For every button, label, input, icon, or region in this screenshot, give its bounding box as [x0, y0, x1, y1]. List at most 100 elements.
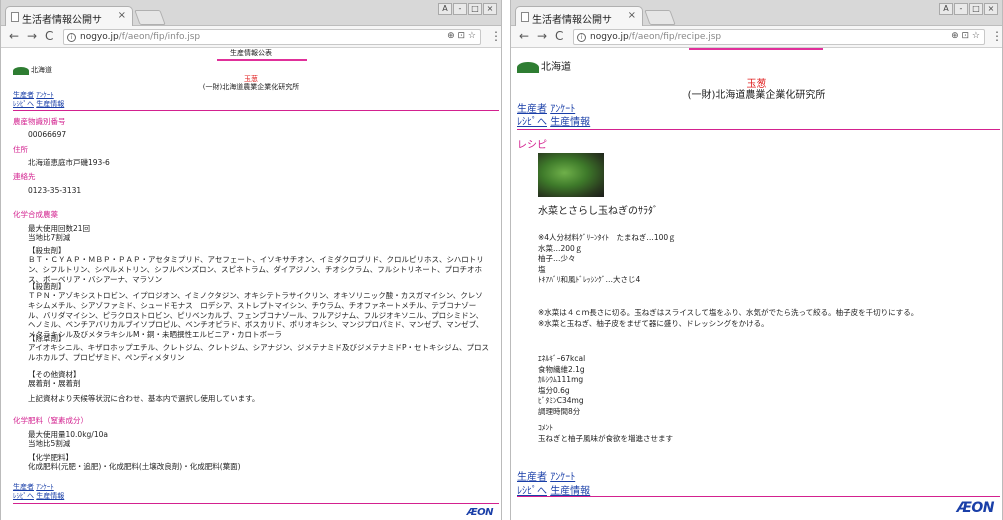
- ingredient-item: ※4人分材料ｸﾞﾘｰﾝﾀｲﾄ たまねぎ…100ｇ: [538, 233, 676, 242]
- address-bar[interactable]: i nogyo.jp/f/aeon/fip/recipe.jsp ⊕ ⊡ ☆: [573, 29, 985, 45]
- producer-link[interactable]: 生産者: [13, 91, 34, 99]
- title-bar: 生活者情報公開サ × A - □ ×: [511, 0, 1002, 27]
- production-info-link[interactable]: 生産情報: [36, 492, 64, 500]
- step-item: ※水菜と玉ねぎ、柚子皮をまぜて器に盛り、ドレッシングをかける。: [538, 319, 769, 328]
- recipe-link[interactable]: ﾚｼﾋﾟへ: [517, 117, 547, 128]
- browser-toolbar: ← → C i nogyo.jp/f/aeon/fip/recipe.jsp ⊕…: [511, 26, 1002, 48]
- forward-icon[interactable]: →: [537, 29, 547, 43]
- info-icon[interactable]: i: [67, 33, 76, 42]
- production-info-link[interactable]: 生産情報: [550, 117, 590, 128]
- address-value: 北海道恵庭市戸磯193-6: [28, 158, 110, 167]
- ingredient-item: 水菜…200ｇ: [538, 243, 583, 253]
- omnibox-icons[interactable]: ⊕ ⊡ ☆: [951, 31, 980, 41]
- page-content: 生産情報公表 北海道 玉葱 (一財)北海道農業企業化研究所 生産者 ｱﾝｹｰﾄ …: [1, 48, 501, 520]
- title-underline: [217, 59, 307, 61]
- link-row: 生産者 ｱﾝｹｰﾄ: [13, 483, 54, 492]
- herbicide-list: アイオキシニル、キザロホップエチル、クレトジム、クレトジム、シアナジン、ジメテナ…: [28, 343, 490, 362]
- page-content: 北海道 玉葱 (一財)北海道農業企業化研究所 生産者 ｱﾝｹｰﾄ ﾚｼﾋﾟへ 生…: [511, 48, 1002, 520]
- nutrition-item: ﾋﾞﾀﾐﾝC34mg: [538, 396, 584, 405]
- divider: [13, 503, 499, 504]
- recipe-link[interactable]: ﾚｼﾋﾟへ: [13, 492, 34, 500]
- window-gap: [502, 0, 510, 520]
- fertilizer-standard: 当地比5割減: [28, 439, 71, 448]
- recipe-link[interactable]: ﾚｼﾋﾟへ: [13, 100, 34, 108]
- link-row: 生産者 ｱﾝｹｰﾄ: [517, 468, 575, 483]
- minimize-icon[interactable]: -: [453, 3, 467, 15]
- logo-text: 北海道: [541, 62, 571, 73]
- survey-link[interactable]: ｱﾝｹｰﾄ: [36, 91, 54, 99]
- id-value: 00066697: [28, 130, 67, 139]
- recipe-photo: [538, 153, 604, 197]
- contact-value: 0123-35-3131: [28, 186, 82, 195]
- back-icon[interactable]: ←: [519, 29, 529, 43]
- url-host: nogyo.jp: [80, 32, 119, 42]
- hokkaido-logo: 北海道: [13, 66, 52, 76]
- ingredient-item: 柚子…少々: [538, 254, 576, 263]
- nutrition-item: 調理時間8分: [538, 406, 581, 416]
- tab-title: 生活者情報公開サ: [532, 15, 612, 26]
- producer-link[interactable]: 生産者: [13, 483, 34, 491]
- url-host: nogyo.jp: [590, 32, 629, 42]
- new-tab-button[interactable]: [134, 10, 166, 25]
- step-item: ※水菜は４ｃｍ長さに切る。玉ねぎはスライスして塩をふり、水気がでたら洗って絞る。…: [538, 308, 919, 317]
- url-path: /f/aeon/fip/info.jsp: [118, 32, 201, 42]
- browser-window-left: 生活者情報公開サ × A - □ × ← → C i nogyo.jp/f/ae…: [0, 0, 502, 520]
- link-row: ﾚｼﾋﾟへ 生産情報: [517, 482, 590, 497]
- hokkaido-logo: 北海道: [517, 58, 571, 73]
- divider: [517, 496, 1000, 497]
- insecticide-list: ＢＴ・ＣＹＡＰ・ＭＢＰ・ＰＡＰ・アセタミプリド、アセフェート、イソキサチオン、イ…: [28, 255, 484, 284]
- browser-toolbar: ← → C i nogyo.jp/f/aeon/fip/info.jsp ⊕ ⊡…: [1, 26, 501, 48]
- omnibox-icons[interactable]: ⊕ ⊡ ☆: [447, 31, 476, 41]
- url-path: /f/aeon/fip/recipe.jsp: [628, 32, 722, 42]
- tab-close-icon[interactable]: ×: [628, 10, 636, 21]
- browser-tab[interactable]: 生活者情報公開サ ×: [5, 6, 133, 27]
- menu-icon[interactable]: ⋮: [490, 29, 501, 43]
- nutrition-item: ｶﾙｼｳﾑ111mg: [538, 375, 584, 384]
- survey-link[interactable]: ｱﾝｹｰﾄ: [36, 483, 54, 491]
- close-icon[interactable]: ×: [483, 3, 497, 15]
- divider: [517, 129, 1000, 130]
- menu-icon[interactable]: ⋮: [991, 29, 1002, 43]
- reload-icon[interactable]: C: [555, 29, 563, 43]
- maximize-icon[interactable]: □: [468, 3, 482, 15]
- close-icon[interactable]: ×: [984, 3, 998, 15]
- tab-close-icon[interactable]: ×: [118, 10, 126, 21]
- reload-icon[interactable]: C: [45, 29, 53, 43]
- nutrition-item: ｴﾈﾙｷﾞｰ67kcal: [538, 354, 586, 363]
- title-underline: [689, 48, 823, 50]
- fertilizer-label: 化学肥料（窒素成分）: [13, 416, 88, 425]
- desktop: 生活者情報公開サ × A - □ × ← → C i nogyo.jp/f/ae…: [0, 0, 1003, 520]
- minimize-icon[interactable]: -: [954, 3, 968, 15]
- organization-name: (一財)北海道農業企業化研究所: [687, 90, 826, 101]
- recipe-title: 水菜とさらし玉ねぎのｻﾗﾀﾞ: [538, 206, 658, 217]
- page-title: 生産情報公表: [230, 49, 272, 57]
- link-row: ﾚｼﾋﾟへ 生産情報: [13, 492, 64, 501]
- leaf-icon: [13, 67, 29, 76]
- organization-name: (一財)北海道農業企業化研究所: [202, 83, 300, 91]
- id-label: 農産物識別番号: [13, 117, 66, 126]
- contact-label: 連絡先: [13, 172, 36, 181]
- user-icon[interactable]: A: [939, 3, 953, 15]
- link-row: 生産者 ｱﾝｹｰﾄ: [13, 91, 54, 100]
- ingredient-item: ﾄｷｱﾊﾞﾘ和風ﾄﾞﾚｯｼﾝｸﾞ…大さじ4: [538, 275, 641, 284]
- user-icon[interactable]: A: [438, 3, 452, 15]
- browser-window-right: 生活者情報公開サ × A - □ × ← → C i nogyo.jp/f/ae…: [510, 0, 1003, 520]
- divider: [13, 110, 499, 111]
- address-bar[interactable]: i nogyo.jp/f/aeon/fip/info.jsp ⊕ ⊡ ☆: [63, 29, 481, 45]
- info-icon[interactable]: i: [577, 33, 586, 42]
- comment-text: 玉ねぎと柚子風味が食欲を増進させます: [538, 434, 673, 443]
- link-row: ﾚｼﾋﾟへ 生産情報: [517, 113, 590, 128]
- forward-icon[interactable]: →: [27, 29, 37, 43]
- production-info-link[interactable]: 生産情報: [36, 100, 64, 108]
- nutrition-item: 塩分0.6g: [538, 385, 570, 395]
- page-icon: [521, 12, 529, 22]
- section-label: レシピ: [517, 140, 547, 151]
- fertilizer-list: 化成肥料(元肥・追肥)・化成肥料(土壌改良剤)・化成肥料(葉面): [28, 462, 241, 471]
- window-controls: A - □ ×: [938, 3, 998, 15]
- back-icon[interactable]: ←: [9, 29, 19, 43]
- ingredients-list: ※4人分材料ｸﾞﾘｰﾝﾀｲﾄ たまねぎ…100ｇ 水菜…200ｇ 柚子…少々 塩…: [538, 233, 676, 286]
- browser-tab[interactable]: 生活者情報公開サ ×: [515, 6, 643, 27]
- maximize-icon[interactable]: □: [969, 3, 983, 15]
- address-label: 住所: [13, 145, 28, 154]
- new-tab-button[interactable]: [644, 10, 676, 25]
